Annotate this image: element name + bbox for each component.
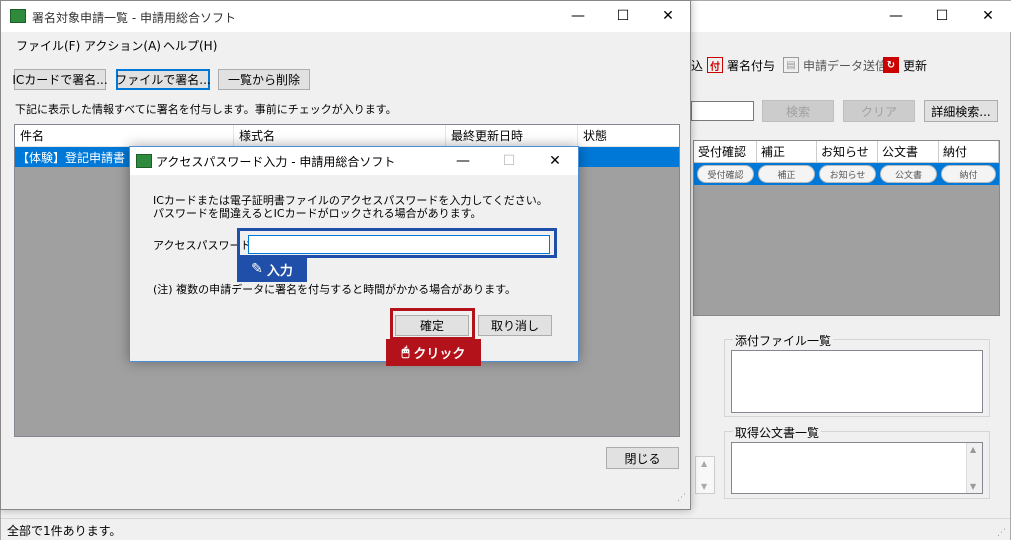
dialog-note: (注) 複数の申請データに署名を付与すると時間がかかる場合があります。	[153, 283, 516, 296]
cancel-button[interactable]: 取り消し	[478, 315, 552, 336]
click-callout: 🖱 クリック	[386, 339, 481, 366]
column-header[interactable]: 補正	[757, 141, 817, 163]
application-grid[interactable]: 受付確認 補正 お知らせ 公文書 納付 受付確認 補正 お知らせ 公文書 納付	[693, 140, 1000, 316]
dialog-titlebar: アクセスパスワード入力 - 申請用総合ソフト — ☐ ✕	[130, 147, 578, 175]
input-callout-label: 入力	[266, 263, 293, 279]
detail-search-button[interactable]: 詳細検索...	[924, 100, 998, 122]
toolbar-refresh-label: 更新	[903, 58, 928, 73]
remove-from-list-button[interactable]: 一覧から削除	[218, 69, 310, 90]
row-name-cell: 【体験】登記申請書	[17, 150, 126, 165]
app-icon	[10, 9, 26, 23]
documents-label: 取得公文書一覧	[733, 424, 822, 441]
grid-row-button[interactable]: 公文書	[880, 165, 937, 183]
dialog-title: アクセスパスワード入力 - 申請用総合ソフト	[156, 155, 396, 169]
grid-row-button[interactable]: お知らせ	[819, 165, 876, 183]
menu-file[interactable]: ファイル(F)	[16, 37, 80, 54]
toolbar-partial-label: 込	[691, 58, 704, 73]
documents-list[interactable]: ▲ ▼	[731, 442, 983, 494]
scroll-up-icon[interactable]: ▲	[970, 445, 976, 454]
search-input[interactable]	[691, 101, 754, 121]
list-maximize-button[interactable]: ☐	[600, 1, 646, 31]
status-text: 全部で1件あります。	[7, 524, 122, 538]
toolbar-send-label: 申請データ送信	[803, 58, 888, 73]
click-highlight-frame	[390, 308, 475, 340]
pencil-icon: ✎	[251, 261, 263, 277]
dialog-message-line2: パスワードを間違えるとICカードがロックされる場合があります。	[153, 207, 482, 220]
list-titlebar: 署名対象申請一覧 - 申請用総合ソフト — ☐ ✕	[1, 1, 690, 32]
send-icon: ▤	[783, 57, 799, 73]
toolbar-send-button[interactable]: ▤ 申請データ送信	[783, 53, 887, 77]
menu-bar: ファイル(F) アクション(A) ヘルプ(H)	[1, 32, 690, 56]
refresh-icon: ↻	[883, 57, 899, 73]
grid-row-button[interactable]: 受付確認	[697, 165, 754, 183]
instruction-text: 下記に表示した情報すべてに署名を付与します。事前にチェックが入ります。	[15, 103, 397, 116]
toolbar-partial-item[interactable]: 込	[691, 53, 703, 77]
menu-action[interactable]: アクション(A)	[84, 37, 161, 54]
dialog-minimize-button[interactable]: —	[440, 146, 486, 176]
click-callout-label: クリック	[413, 347, 466, 362]
file-sign-button[interactable]: ファイルで署名...	[115, 69, 211, 90]
menu-help[interactable]: ヘルプ(H)	[163, 37, 217, 54]
attachments-list[interactable]	[731, 350, 983, 413]
app-icon	[136, 154, 152, 168]
search-button[interactable]: 検索	[762, 100, 834, 122]
documents-scrollbar[interactable]: ▲ ▼	[966, 443, 982, 493]
column-header-updated[interactable]: 最終更新日時	[446, 125, 578, 147]
main-maximize-button[interactable]: ☐	[919, 1, 965, 31]
small-scrollbar[interactable]: ▲ ▼	[695, 456, 715, 494]
resize-grip-icon[interactable]: ⋰	[997, 528, 1006, 538]
scroll-down-icon[interactable]: ▼	[701, 482, 707, 491]
grid-row-button[interactable]: 納付	[941, 165, 996, 183]
resize-grip-icon[interactable]: ⋰	[677, 493, 686, 503]
column-header-name[interactable]: 件名	[15, 125, 234, 147]
column-header-status[interactable]: 状態	[578, 125, 679, 147]
toolbar-refresh-button[interactable]: ↻ 更新	[883, 53, 927, 77]
ic-card-sign-button[interactable]: ICカードで署名...	[12, 69, 108, 90]
input-callout: ✎ 入力	[237, 256, 307, 282]
scroll-down-icon[interactable]: ▼	[970, 482, 976, 491]
grid-row-button[interactable]: 補正	[758, 165, 815, 183]
main-close-button[interactable]: ✕	[965, 1, 1011, 31]
mouse-icon: 🖱	[401, 345, 410, 360]
sign-icon: 付	[707, 57, 723, 73]
column-header[interactable]: 受付確認	[694, 141, 757, 163]
input-highlight-frame	[237, 228, 557, 258]
dialog-close-button[interactable]: ✕	[532, 146, 578, 176]
column-header[interactable]: 納付	[939, 141, 999, 163]
list-minimize-button[interactable]: —	[555, 1, 601, 31]
toolbar-sign-label: 署名付与	[727, 58, 776, 73]
scroll-up-icon[interactable]: ▲	[701, 459, 707, 468]
attachments-label: 添付ファイル一覧	[733, 332, 834, 349]
close-button[interactable]: 閉じる	[606, 447, 679, 469]
column-header[interactable]: お知らせ	[817, 141, 878, 163]
main-toolbar: 込 付 署名付与 ▤ 申請データ送信 ↻ 更新	[691, 53, 1011, 83]
list-close-button[interactable]: ✕	[645, 1, 691, 31]
dialog-maximize-button: ☐	[502, 153, 516, 169]
main-minimize-button[interactable]: —	[873, 1, 919, 31]
column-header-form[interactable]: 様式名	[234, 125, 446, 147]
toolbar-sign-button[interactable]: 付 署名付与	[707, 53, 775, 77]
status-bar: 全部で1件あります。 ⋰	[1, 518, 1010, 540]
clear-button[interactable]: クリア	[843, 100, 915, 122]
column-header[interactable]: 公文書	[878, 141, 939, 163]
list-window-title: 署名対象申請一覧 - 申請用総合ソフト	[32, 11, 236, 25]
